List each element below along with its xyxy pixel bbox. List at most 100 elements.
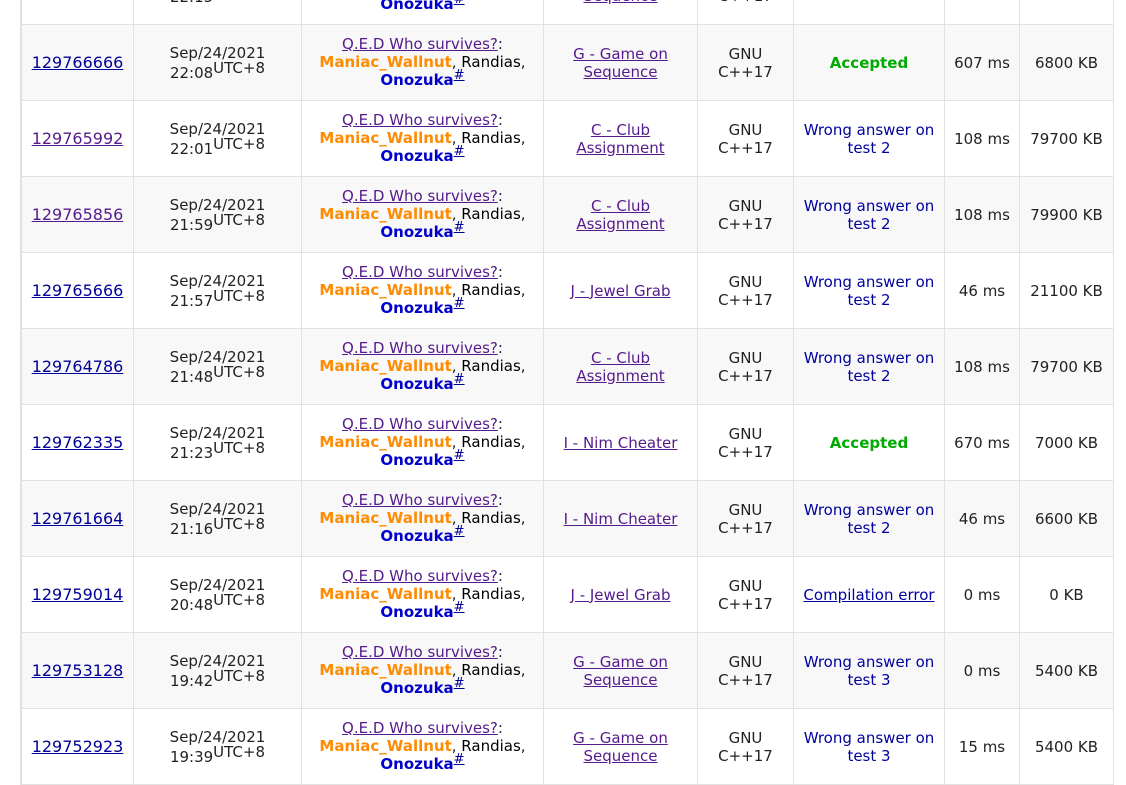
submission-id-link[interactable]: 129759014 [32,585,124,604]
member-link[interactable]: Randias [461,585,521,603]
time-consumed: 46 ms [958,509,1006,528]
member-link[interactable]: Randias [461,737,521,755]
timezone-text: UTC+8 [213,58,266,77]
party-cell: Q.E.D Who survives?: Maniac_Wallnut, Rand… [301,632,544,709]
virtual-hash-link[interactable]: # [454,600,465,615]
problem-link[interactable]: G - Game on Sequence [561,653,681,689]
verdict-compilation-error-link[interactable]: Compilation error [803,586,934,604]
member-link[interactable]: Onozuka [380,679,453,697]
submission-id-link[interactable]: 129753128 [32,661,124,680]
member-link[interactable]: Maniac_Wallnut [319,585,451,603]
team-name-link[interactable]: Q.E.D Who survives? [342,339,498,357]
member-link[interactable]: Onozuka [380,527,453,545]
problem-link[interactable]: G - Game on Sequence [561,45,681,81]
time-consumed-cell: 108 ms [944,100,1020,177]
member-link[interactable]: Maniac_Wallnut [319,205,451,223]
problem-cell: G - Game on Sequence [543,632,698,709]
submission-time-cell: Sep/24/202122:15UTC+8 [133,0,302,25]
submission-id-link[interactable]: 129761664 [32,509,124,528]
team-name-link[interactable]: Q.E.D Who survives? [342,567,498,585]
member-link[interactable]: Onozuka [380,0,453,13]
virtual-hash-link[interactable]: # [454,68,465,83]
member-link[interactable]: Maniac_Wallnut [319,53,451,71]
member-link[interactable]: Randias [461,661,521,679]
member-link[interactable]: Randias [461,509,521,527]
member-link[interactable]: Maniac_Wallnut [319,281,451,299]
team-name-link[interactable]: Q.E.D Who survives? [342,491,498,509]
submission-date: Sep/24/2021 22:01UTC+8 [170,119,266,159]
member-link[interactable]: Randias [461,53,521,71]
language-name: GNU [728,424,763,443]
language-cell: GNUC++17 [697,252,794,329]
submission-id-link[interactable]: 129766666 [32,53,124,72]
submission-id-link[interactable]: 129762335 [32,433,124,452]
team-name-link[interactable]: Q.E.D Who survives? [342,263,498,281]
problem-link[interactable]: G - Game on Sequence [561,729,681,765]
problem-link[interactable]: C - Club Assignment [561,121,681,157]
member-link[interactable]: Onozuka [380,375,453,393]
problem-link[interactable]: G - Game on Sequence [561,0,681,5]
member-link[interactable]: Maniac_Wallnut [319,661,451,679]
member-link[interactable]: Maniac_Wallnut [319,129,451,147]
team-name-link[interactable]: Q.E.D Who survives? [342,415,498,433]
virtual-hash-link[interactable]: # [454,0,465,7]
submission-date: Sep/24/2021 19:39UTC+8 [170,727,266,767]
table-row: 129764786 Sep/24/2021 21:48UTC+8 Q.E.D Who … [21,328,1114,405]
submission-id-link[interactable]: 129765666 [32,281,124,300]
team-name-link[interactable]: Q.E.D Who survives? [342,643,498,661]
virtual-hash-link[interactable]: # [454,524,465,539]
team-name-link[interactable]: Q.E.D Who survives? [342,111,498,129]
member-link[interactable]: Maniac_Wallnut [319,357,451,375]
submission-id-link[interactable]: 129752923 [32,737,124,756]
problem-link[interactable]: I - Nim Cheater [564,510,678,528]
problem-link[interactable]: I - Nim Cheater [564,434,678,452]
party-cell: Q.E.D Who survives?: Maniac_Wallnut, Rand… [301,708,544,785]
member-link[interactable]: Onozuka [380,223,453,241]
virtual-hash-link[interactable]: # [454,220,465,235]
member-link[interactable]: Randias [461,281,521,299]
member-link[interactable]: Onozuka [380,299,453,317]
submission-id-link[interactable]: 129765856 [32,205,124,224]
time-consumed: 0 ms [963,585,1001,604]
separator-text: , [520,432,526,451]
member-link[interactable]: Maniac_Wallnut [319,737,451,755]
virtual-hash-link[interactable]: # [454,448,465,463]
team-name-link[interactable]: Q.E.D Who survives? [342,35,498,53]
member-link[interactable]: Maniac_Wallnut [319,433,451,451]
virtual-hash-link[interactable]: # [454,144,465,159]
virtual-hash-link[interactable]: # [454,752,465,767]
member-link[interactable]: Maniac_Wallnut [319,509,451,527]
submission-id-link[interactable]: 129764786 [32,357,124,376]
member-link[interactable]: Randias [461,205,521,223]
team-name-link[interactable]: Q.E.D Who survives? [342,187,498,205]
table-row: Sep/24/202122:15UTC+8 Q.E.D Who survives?… [21,0,1114,25]
problem-link[interactable]: C - Club Assignment [561,349,681,385]
virtual-hash-link[interactable]: # [454,296,465,311]
member-link[interactable]: Onozuka [380,603,453,621]
language-cell: GNUC++17 [697,328,794,405]
member-link[interactable]: Onozuka [380,755,453,773]
member-link[interactable]: Randias [461,129,521,147]
submission-id-link[interactable]: 129765992 [32,129,124,148]
member-link[interactable]: Onozuka [380,71,453,89]
time-text: 21:23 [169,443,214,462]
member-link[interactable]: Onozuka [380,147,453,165]
problem-link[interactable]: J - Jewel Grab [571,586,671,604]
member-link[interactable]: Onozuka [380,451,453,469]
problem-cell: I - Nim Cheater [543,480,698,557]
table-row: 129761664 Sep/24/2021 21:16UTC+8 Q.E.D Who … [21,480,1114,557]
party-cell: Q.E.D Who survives?: Maniac_Wallnut, Rand… [301,252,544,329]
verdict-wrong-answer: Wrong answer on test 3 [803,652,935,689]
virtual-hash-link[interactable]: # [454,372,465,387]
member-link[interactable]: Randias [461,433,521,451]
verdict-cell: Wrong answer on test 3 [793,708,945,785]
problem-link[interactable]: J - Jewel Grab [571,282,671,300]
memory-consumed-cell: 5400 KB [1019,632,1114,709]
team-name-link[interactable]: Q.E.D Who survives? [342,719,498,737]
virtual-hash-link[interactable]: # [454,676,465,691]
problem-cell: G - Game on Sequence [543,24,698,101]
member-link[interactable]: Randias [461,357,521,375]
problem-link[interactable]: C - Club Assignment [561,197,681,233]
time-text: 21:57 [169,291,214,310]
language-version: C++17 [718,138,773,157]
